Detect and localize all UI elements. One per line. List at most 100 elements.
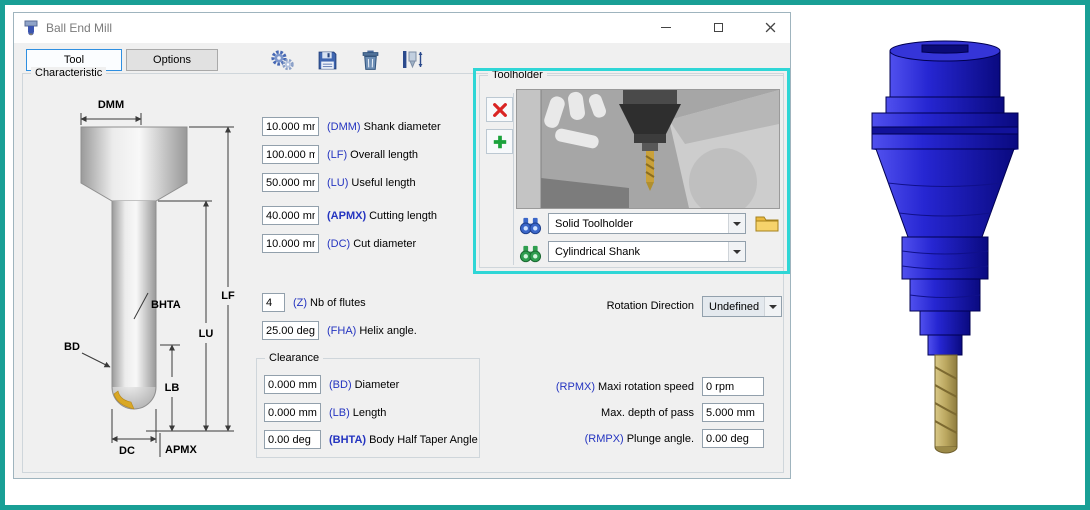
field-row-helix: (FHA)Helix angle.: [262, 321, 417, 340]
red-x-icon: [492, 102, 508, 118]
field-label-lf: (LF)Overall length: [327, 149, 418, 161]
clearance-length-input[interactable]: [264, 403, 321, 422]
tool-diagram: DMM LF LU LB: [34, 91, 239, 463]
binoculars-blue-icon: [518, 216, 543, 235]
shank-diameter-input[interactable]: [262, 117, 319, 136]
rmpx-label: (RMPX)Plunge angle.: [444, 433, 694, 445]
save-icon: [316, 49, 339, 72]
save-button[interactable]: [312, 46, 342, 74]
model-viewport[interactable]: [825, 25, 1075, 495]
diagram-label-bhta: BHTA: [151, 299, 181, 311]
field-code-dmm: (DMM): [327, 121, 361, 133]
field-row-apmx: (APMX)Cutting length: [262, 206, 437, 225]
toolholder-3d-model: [850, 37, 1040, 467]
field-text-flutes: Nb of flutes: [310, 297, 366, 309]
field-label-dc: (DC)Cut diameter: [327, 238, 416, 250]
field-code-lu: (LU): [327, 177, 348, 189]
field-code-bd: (BD): [329, 379, 352, 391]
trash-icon: [359, 49, 382, 72]
tool-data-button[interactable]: [397, 46, 427, 74]
field-text-apmx: Cutting length: [369, 210, 437, 222]
tool-dimensions-icon: [400, 48, 424, 72]
tab-options-label: Options: [153, 54, 191, 66]
field-code-flutes: (Z): [293, 297, 307, 309]
depth-text: Max. depth of pass: [601, 407, 694, 419]
field-row-dc: (DC)Cut diameter: [262, 234, 416, 253]
tab-tool-label: Tool: [64, 54, 84, 66]
rpmx-label: (RPMX)Maxi rotation speed: [444, 381, 694, 393]
field-row-lu: (LU)Useful length: [262, 173, 416, 192]
overall-length-input[interactable]: [262, 145, 319, 164]
minimize-button[interactable]: [644, 13, 688, 42]
rmpx-code: (RMPX): [585, 433, 624, 445]
field-text-lu: Useful length: [351, 177, 415, 189]
app-icon: [23, 20, 39, 36]
clearance-diameter-input[interactable]: [264, 375, 321, 394]
characteristic-group-label: Characteristic: [31, 67, 106, 80]
field-label-lb: (LB)Length: [329, 407, 386, 419]
flutes-input[interactable]: [262, 293, 285, 312]
maximize-button[interactable]: [696, 13, 740, 42]
max-rotation-speed-input[interactable]: [702, 377, 764, 396]
field-row-bd: (BD)Diameter: [264, 375, 399, 394]
field-code-dc: (DC): [327, 238, 350, 250]
body-half-taper-angle-input[interactable]: [264, 430, 321, 449]
toolholder-select[interactable]: Solid Toolholder: [548, 213, 746, 234]
shank-select-value: Cylindrical Shank: [555, 246, 640, 258]
rotation-direction-value: Undefined: [709, 301, 759, 313]
gears-icon: [269, 47, 295, 73]
titlebar: Ball End Mill: [14, 13, 790, 43]
cutting-length-input[interactable]: [262, 206, 319, 225]
plunge-angle-input[interactable]: [702, 429, 764, 448]
window-title: Ball End Mill: [46, 21, 112, 35]
clearance-group-label: Clearance: [265, 352, 323, 365]
toolholder-divider: [513, 93, 514, 265]
field-text-lf: Overall length: [350, 149, 418, 161]
close-button[interactable]: [748, 13, 792, 42]
ball-end-mill-dialog: Ball End Mill Tool Options: [13, 12, 791, 479]
shank-browse-button[interactable]: [517, 242, 544, 264]
toolholder-open-button[interactable]: [753, 211, 780, 233]
folder-icon: [755, 213, 779, 232]
rotation-direction-select[interactable]: Undefined: [702, 296, 782, 317]
cut-diameter-input[interactable]: [262, 234, 319, 253]
field-text-helix: Helix angle.: [359, 325, 416, 337]
field-label-flutes: (Z)Nb of flutes: [293, 297, 366, 309]
toolholder-add-button[interactable]: [486, 129, 513, 154]
field-code-lb: (LB): [329, 407, 350, 419]
field-label-dmm: (DMM)Shank diameter: [327, 121, 441, 133]
max-depth-of-pass-input[interactable]: [702, 403, 764, 422]
green-plus-icon: [492, 134, 508, 150]
diagram-label-dc: DC: [119, 445, 135, 457]
field-text-bd: Diameter: [355, 379, 400, 391]
field-code-helix: (FHA): [327, 325, 356, 337]
field-row-lb: (LB)Length: [264, 403, 386, 422]
chevron-down-icon: [764, 297, 781, 316]
delete-button[interactable]: [355, 46, 385, 74]
screenshot-frame: Ball End Mill Tool Options: [0, 0, 1090, 510]
rpmx-code: (RPMX): [556, 381, 595, 393]
field-label-apmx: (APMX)Cutting length: [327, 210, 437, 222]
field-row-dmm: (DMM)Shank diameter: [262, 117, 441, 136]
toolholder-select-value: Solid Toolholder: [555, 218, 633, 230]
tab-options[interactable]: Options: [126, 49, 218, 71]
close-icon: [765, 22, 776, 33]
field-label-lu: (LU)Useful length: [327, 177, 416, 189]
rmpx-text: Plunge angle.: [627, 433, 694, 445]
depth-of-pass-label: Max. depth of pass: [444, 407, 694, 419]
chevron-down-icon: [728, 242, 745, 261]
binoculars-green-icon: [518, 244, 543, 263]
shank-select[interactable]: Cylindrical Shank: [548, 241, 746, 262]
toolholder-delete-button[interactable]: [486, 97, 513, 122]
field-row-flutes: (Z)Nb of flutes: [262, 293, 366, 312]
toolholder-browse-button[interactable]: [517, 214, 544, 236]
field-text-dmm: Shank diameter: [364, 121, 441, 133]
toolholder-group-label: Toolholder: [488, 69, 547, 82]
rpmx-text: Maxi rotation speed: [598, 381, 694, 393]
settings-button[interactable]: [267, 46, 297, 74]
helix-angle-input[interactable]: [262, 321, 319, 340]
rotation-direction-label: Rotation Direction: [444, 300, 694, 312]
field-code-bhta: (BHTA): [329, 434, 366, 446]
diagram-label-apmx: APMX: [165, 444, 197, 456]
useful-length-input[interactable]: [262, 173, 319, 192]
